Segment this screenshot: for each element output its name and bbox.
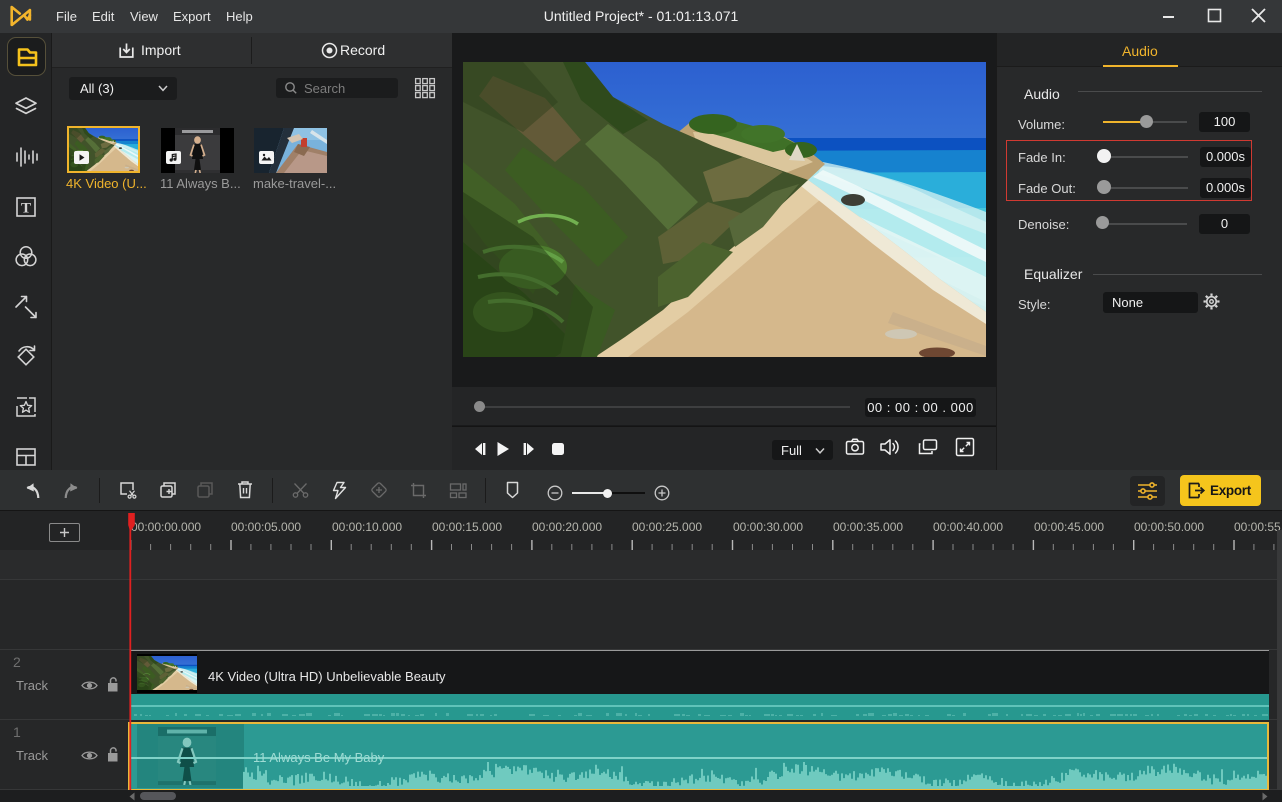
svg-text:T: T — [21, 201, 31, 217]
